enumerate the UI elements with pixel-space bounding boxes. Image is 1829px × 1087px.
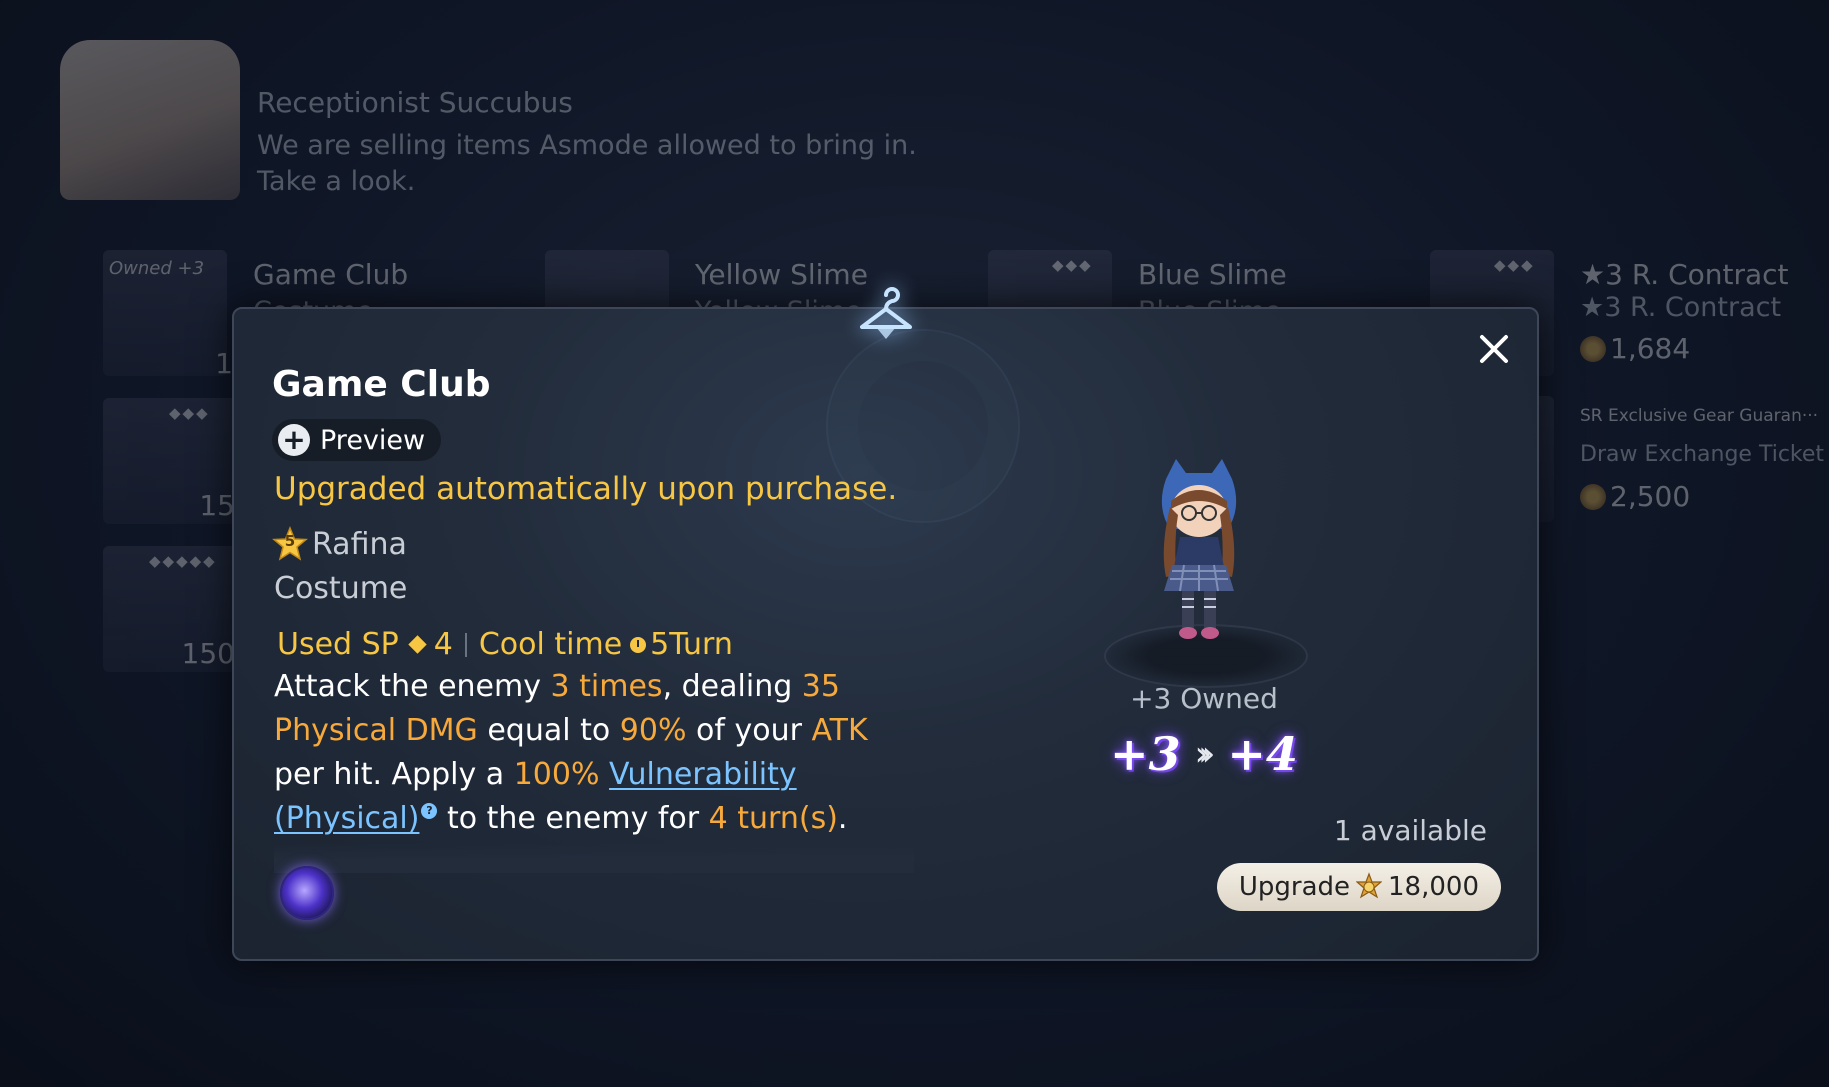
item-title: Game Club bbox=[272, 364, 491, 405]
close-icon[interactable] bbox=[1474, 329, 1514, 369]
next-level: +4 bbox=[1227, 727, 1298, 781]
description-fade bbox=[274, 843, 914, 873]
shop-item-card[interactable]: ◆◆◆ 15 bbox=[103, 398, 243, 528]
item-price: 1,684 bbox=[1580, 332, 1690, 365]
item-subtitle: ★3 R. Contract bbox=[1580, 292, 1782, 323]
owned-tag: Owned +3 bbox=[109, 258, 205, 279]
upgrade-button[interactable]: Upgrade 18,000 bbox=[1216, 863, 1501, 911]
star-icon: 5 bbox=[272, 526, 308, 562]
available-count: 1 available bbox=[1333, 814, 1487, 847]
item-title: Yellow Slime bbox=[695, 258, 868, 291]
coin-icon bbox=[1580, 484, 1606, 510]
coin-icon bbox=[1580, 336, 1606, 362]
clock-icon bbox=[630, 636, 647, 653]
item-quantity: 150 bbox=[181, 637, 235, 670]
help-icon[interactable]: ? bbox=[421, 803, 438, 819]
skill-description: Attack the enemy 3 times, dealing 35 Phy… bbox=[274, 669, 868, 836]
character-sprite bbox=[1161, 459, 1237, 639]
shop-item-card[interactable]: ◆◆◆◆◆ 150 bbox=[103, 546, 243, 676]
item-quantity: 15 bbox=[199, 489, 235, 522]
npc-name: Receptionist Succubus bbox=[257, 86, 573, 119]
item-detail-modal: Game Club + Preview Upgraded automatical… bbox=[232, 287, 1539, 961]
item-price: 2,500 bbox=[1580, 480, 1690, 513]
upgrade-note: Upgraded automatically upon purchase. bbox=[274, 471, 898, 507]
item-title: Game Club bbox=[253, 258, 409, 291]
game-shop-screen: Receptionist Succubus We are selling ite… bbox=[0, 0, 1829, 1087]
stat-divider bbox=[464, 632, 467, 657]
character-name: Rafina bbox=[312, 526, 407, 562]
cooltime-value: 5Turn bbox=[650, 627, 733, 662]
preview-label: Preview bbox=[320, 424, 426, 456]
gem-rarity-icon: ◆◆◆ bbox=[169, 404, 210, 422]
gem-rarity-icon: ◆◆◆◆◆ bbox=[149, 552, 217, 570]
gem-rarity-icon: ◆◆◆ bbox=[1052, 256, 1093, 274]
upgrade-level-row: +3 ››› +4 bbox=[1104, 727, 1304, 781]
npc-portrait bbox=[60, 40, 240, 200]
owned-count: +3 Owned bbox=[1130, 682, 1278, 715]
current-level: +3 bbox=[1110, 727, 1181, 781]
sp-diamond-icon bbox=[408, 635, 427, 654]
item-title: ★3 R. Contract bbox=[1580, 258, 1789, 291]
vulnerability-effect-icon[interactable] bbox=[280, 866, 334, 920]
cooltime-label: Cool time bbox=[478, 627, 623, 662]
gold-medal-icon bbox=[1356, 872, 1383, 899]
gem-rarity-icon: ◆◆◆ bbox=[1494, 256, 1535, 274]
plus-icon: + bbox=[278, 424, 310, 456]
upgrade-label: Upgrade bbox=[1238, 872, 1351, 902]
item-title: SR Exclusive Gear Guaran··· bbox=[1580, 406, 1819, 426]
preview-button[interactable]: + Preview bbox=[272, 419, 442, 461]
upgrade-cost: 18,000 bbox=[1388, 872, 1479, 902]
item-category: Costume bbox=[274, 571, 408, 606]
chevron-right-icon: ››› bbox=[1194, 734, 1216, 774]
character-line: 5 Rafina bbox=[272, 526, 407, 562]
sp-value: 4 bbox=[433, 627, 453, 662]
skill-stats: Used SP 4 Cool time 5Turn bbox=[277, 627, 733, 662]
item-subtitle: Draw Exchange Ticket bbox=[1580, 442, 1825, 467]
hanger-icon bbox=[860, 287, 912, 339]
npc-dialogue-line: Take a look. bbox=[257, 166, 416, 197]
sp-label: Used SP bbox=[277, 627, 399, 662]
item-title: Blue Slime bbox=[1138, 258, 1287, 291]
npc-dialogue-line: We are selling items Asmode allowed to b… bbox=[257, 130, 917, 161]
item-quantity: 1 bbox=[215, 347, 233, 380]
star-rank: 5 bbox=[284, 532, 296, 550]
